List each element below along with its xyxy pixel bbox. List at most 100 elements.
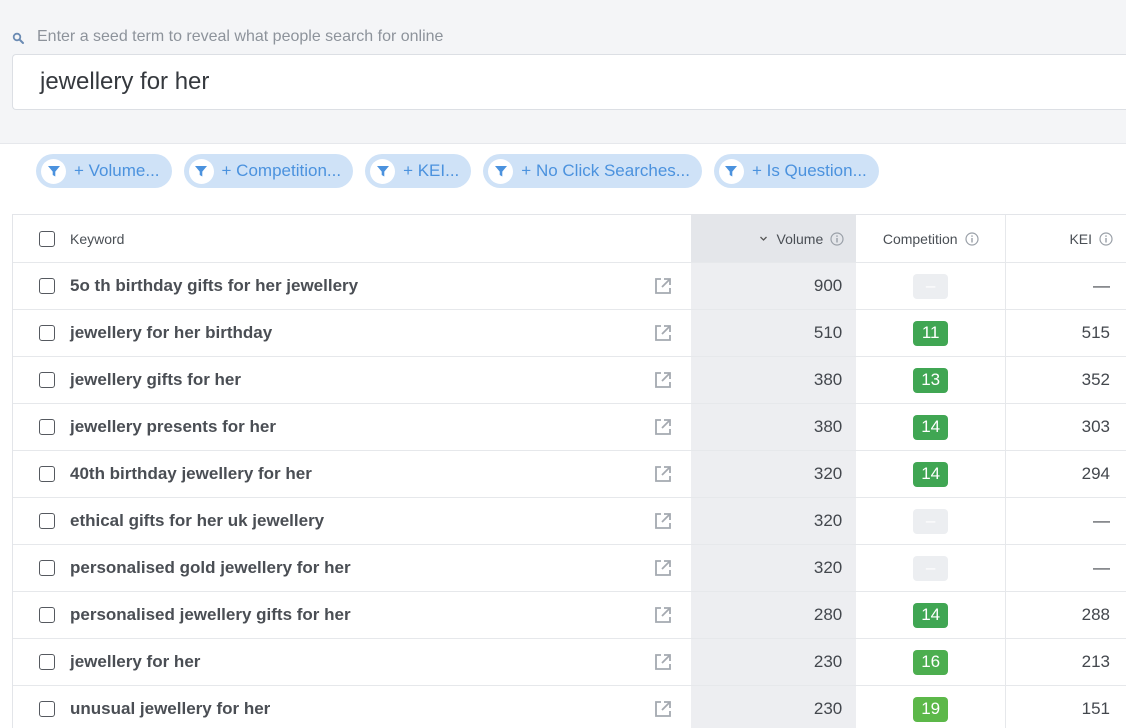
volume-header-label: Volume xyxy=(776,230,824,247)
funnel-icon xyxy=(370,158,396,184)
table-row[interactable]: personalised gold jewellery for her 320 – — xyxy=(13,545,1126,592)
competition-column-header[interactable]: Competition xyxy=(856,215,1007,262)
filter-chip-label: + Is Question... xyxy=(751,161,867,180)
row-checkbox[interactable] xyxy=(39,372,55,388)
competition-badge: 19 xyxy=(913,696,949,722)
volume-cell: 380 xyxy=(691,404,857,450)
results-panel: + Volume... + Competition... + KEI... + No … xyxy=(0,143,1126,728)
row-checkbox[interactable] xyxy=(39,607,55,623)
table-row[interactable]: unusual jewellery for her 230 19 151 xyxy=(13,686,1126,728)
chevron-down-icon xyxy=(759,236,767,241)
table-row[interactable]: 5o th birthday gifts for her jewellery 90… xyxy=(13,263,1126,310)
keyword-cell: 40th birthday jewellery for her xyxy=(13,451,691,497)
competition-badge: 16 xyxy=(913,649,949,675)
competition-cell: 14 xyxy=(856,404,1007,450)
table-row[interactable]: 40th birthday jewellery for her 320 14 294 xyxy=(13,451,1126,498)
keyword-text: 40th birthday jewellery for her xyxy=(70,464,312,483)
keyword-text: jewellery for her xyxy=(70,652,201,671)
row-checkbox[interactable] xyxy=(39,466,55,482)
filter-chip[interactable]: + KEI... xyxy=(365,154,472,188)
competition-cell: 11 xyxy=(856,310,1007,356)
external-link-icon[interactable] xyxy=(653,558,673,578)
competition-badge: 14 xyxy=(913,602,949,628)
row-checkbox[interactable] xyxy=(39,654,55,670)
external-link-icon[interactable] xyxy=(653,652,673,672)
kei-header-label: KEI xyxy=(1069,230,1093,247)
competition-badge: 14 xyxy=(913,461,949,487)
row-checkbox[interactable] xyxy=(39,513,55,529)
keyword-cell: jewellery for her xyxy=(13,639,691,685)
row-checkbox[interactable] xyxy=(39,325,55,341)
volume-cell: 320 xyxy=(691,498,857,544)
keyword-text: jewellery gifts for her xyxy=(70,370,241,389)
keyword-text: 5o th birthday gifts for her jewellery xyxy=(70,276,359,295)
competition-cell: 14 xyxy=(856,592,1007,638)
keyword-cell: jewellery presents for her xyxy=(13,404,691,450)
competition-badge: – xyxy=(913,508,949,534)
search-hint-text: Enter a seed term to reveal what people … xyxy=(37,28,444,45)
kei-cell: 352 xyxy=(1081,370,1110,389)
row-checkbox[interactable] xyxy=(39,278,55,294)
keyword-header-label: Keyword xyxy=(70,230,125,247)
info-icon[interactable] xyxy=(964,231,979,246)
table-row[interactable]: jewellery presents for her 380 14 303 xyxy=(13,404,1126,451)
volume-cell: 280 xyxy=(691,592,857,638)
search-input[interactable]: jewellery for her xyxy=(12,54,1126,110)
funnel-icon xyxy=(188,158,214,184)
external-link-icon[interactable] xyxy=(653,323,673,343)
kei-cell: — xyxy=(1093,558,1110,577)
filter-bar: + Volume... + Competition... + KEI... + No … xyxy=(36,154,879,188)
table-row[interactable]: personalised jewellery gifts for her 280 1… xyxy=(13,592,1126,639)
keyword-column-header: Keyword xyxy=(13,215,691,262)
search-icon xyxy=(12,32,24,44)
external-link-icon[interactable] xyxy=(653,699,673,719)
keyword-cell: jewellery for her birthday xyxy=(13,310,691,356)
filter-chip[interactable]: + Competition... xyxy=(183,154,354,188)
keyword-text: jewellery for her birthday xyxy=(70,323,273,342)
competition-header-label: Competition xyxy=(882,230,958,247)
filter-chip-label: + KEI... xyxy=(403,161,460,180)
filter-chip[interactable]: + No Click Searches... xyxy=(483,154,702,188)
competition-cell: 19 xyxy=(856,686,1007,728)
filter-chip[interactable]: + Volume... xyxy=(36,154,172,188)
table-row[interactable]: jewellery for her 230 16 213 xyxy=(13,639,1126,686)
filter-chip[interactable]: + Is Question... xyxy=(713,154,879,188)
competition-badge: – xyxy=(913,273,949,299)
filter-chip-label: + No Click Searches... xyxy=(521,161,690,180)
funnel-icon xyxy=(718,158,744,184)
kei-cell: 213 xyxy=(1081,652,1110,671)
volume-cell: 900 xyxy=(691,263,857,309)
row-checkbox[interactable] xyxy=(39,701,55,717)
kei-cell: — xyxy=(1093,511,1110,530)
table-body: 5o th birthday gifts for her jewellery 90… xyxy=(13,263,1126,728)
volume-column-header[interactable]: Volume xyxy=(691,215,857,262)
row-checkbox[interactable] xyxy=(39,560,55,576)
volume-cell: 230 xyxy=(691,639,857,685)
table-row[interactable]: jewellery gifts for her 380 13 352 xyxy=(13,357,1126,404)
table-row[interactable]: jewellery for her birthday 510 11 515 xyxy=(13,310,1126,357)
row-checkbox[interactable] xyxy=(39,419,55,435)
external-link-icon[interactable] xyxy=(653,605,673,625)
table-row[interactable]: ethical gifts for her uk jewellery 320 – — xyxy=(13,498,1126,545)
competition-badge: – xyxy=(913,555,949,581)
external-link-icon[interactable] xyxy=(653,464,673,484)
info-icon[interactable] xyxy=(1099,231,1113,246)
kei-cell: 288 xyxy=(1081,605,1110,624)
table-header: Keyword Volume Competition KEI xyxy=(13,215,1126,263)
keyword-text: ethical gifts for her uk jewellery xyxy=(70,511,325,530)
volume-cell: 380 xyxy=(691,357,857,403)
competition-badge: 11 xyxy=(913,320,949,346)
keyword-cell: 5o th birthday gifts for her jewellery xyxy=(13,263,691,309)
kei-column-header[interactable]: KEI xyxy=(1006,215,1126,262)
select-all-checkbox[interactable] xyxy=(39,230,55,247)
keyword-cell: unusual jewellery for her xyxy=(13,686,691,728)
info-icon[interactable] xyxy=(830,231,844,246)
volume-cell: 230 xyxy=(691,686,857,728)
external-link-icon[interactable] xyxy=(653,417,673,437)
external-link-icon[interactable] xyxy=(653,511,673,531)
external-link-icon[interactable] xyxy=(653,276,673,296)
filter-chip-label: + Volume... xyxy=(74,161,160,180)
competition-cell: 13 xyxy=(856,357,1007,403)
keyword-text: unusual jewellery for her xyxy=(70,699,271,718)
external-link-icon[interactable] xyxy=(653,370,673,390)
